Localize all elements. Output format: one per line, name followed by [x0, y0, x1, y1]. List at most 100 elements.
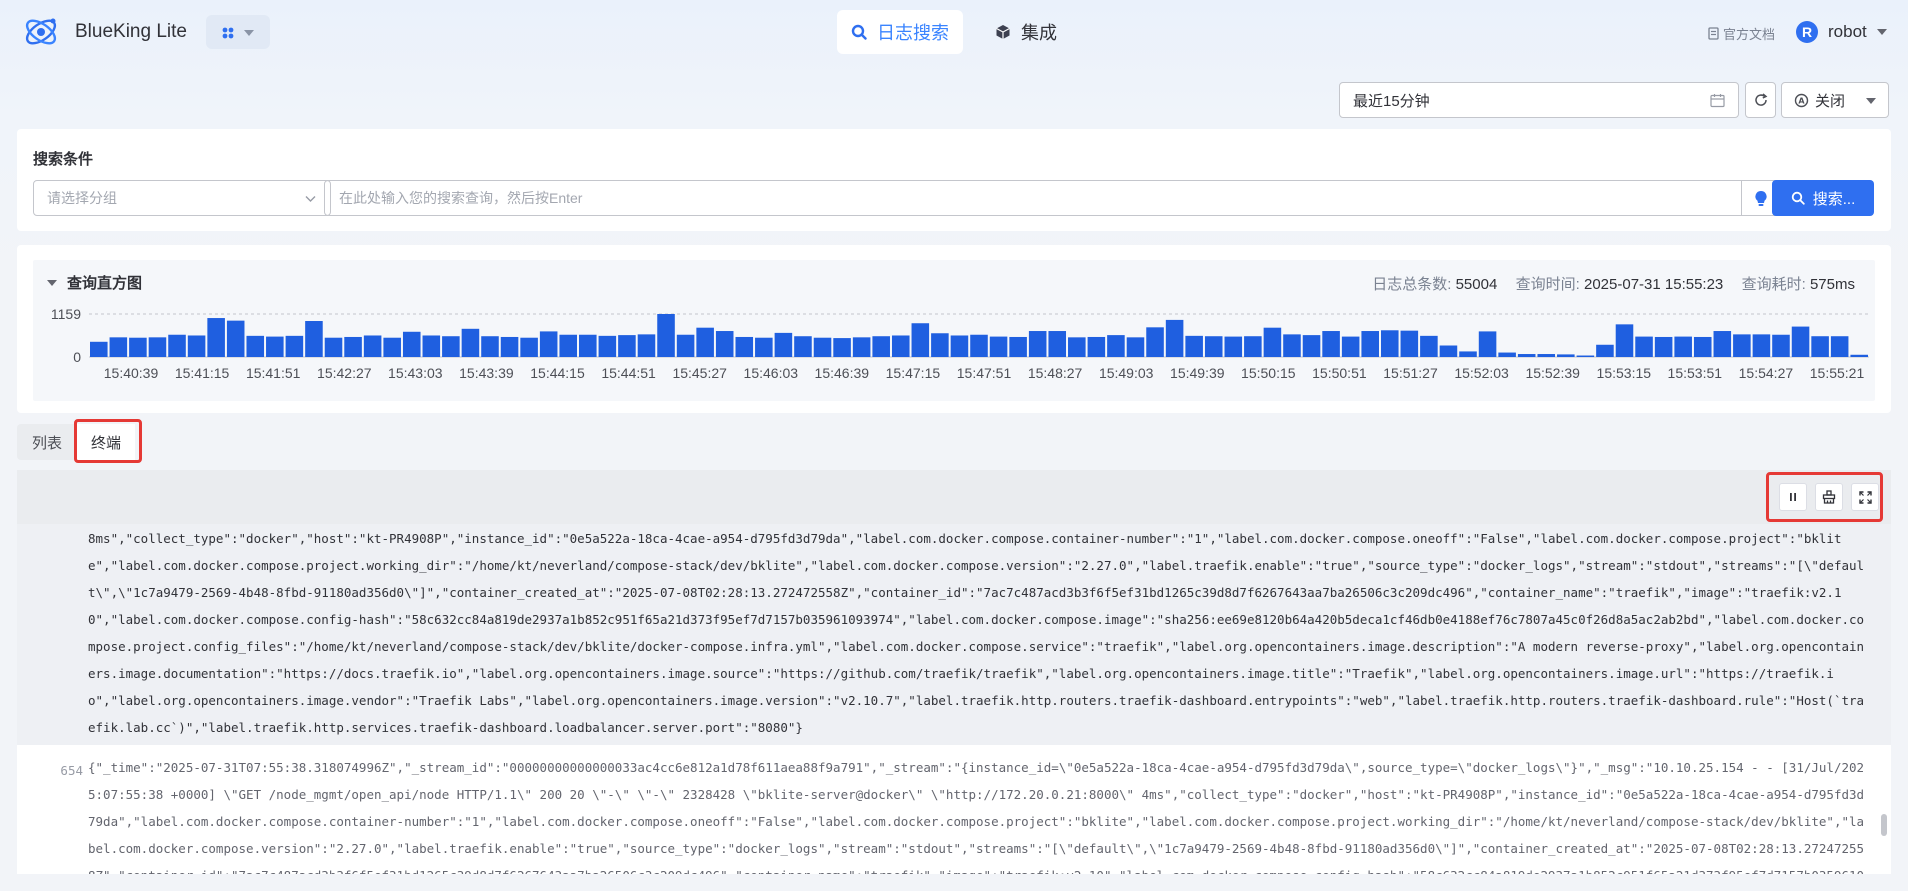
histogram-bar [1791, 326, 1810, 357]
histogram-bar [1341, 336, 1360, 357]
histogram-bar [1244, 336, 1262, 357]
clear-icon [1822, 490, 1836, 504]
histogram-bar [755, 337, 773, 357]
search-title: 搜索条件 [33, 151, 94, 168]
histogram-bar [1752, 334, 1771, 357]
user-name: robot [1828, 22, 1867, 41]
auto-refresh-select[interactable]: A 关闭 [1781, 82, 1889, 118]
search-icon [1791, 191, 1805, 205]
blueking-logo[interactable] [22, 14, 60, 50]
log-text: {"_time":"2025-07-31T07:55:38.318074996Z… [88, 760, 1865, 874]
histogram-bar [305, 321, 323, 357]
terminal-toolbar [17, 470, 1891, 524]
histogram-bar [1380, 330, 1399, 357]
histogram-bar [1654, 336, 1673, 357]
histogram-bar [774, 332, 793, 357]
x-tick-label: 15:53:15 [1597, 365, 1652, 381]
histogram-bar [1674, 336, 1692, 357]
tab-list[interactable]: 列表 [17, 424, 77, 460]
histogram-bar [1361, 331, 1379, 357]
histogram-bar [833, 338, 851, 357]
search-input[interactable]: 在此处输入您的搜索查询，然后按Enter [324, 180, 1742, 216]
histogram-bar [422, 335, 441, 357]
svg-text:A: A [1798, 96, 1805, 105]
histogram-bar [520, 337, 538, 357]
histogram-bar [363, 335, 382, 357]
histogram-bar [911, 323, 930, 357]
histogram-bar [1772, 334, 1790, 357]
log-entry[interactable]: 8ms","collect_type":"docker","host":"kt-… [17, 524, 1891, 745]
search-panel: 搜索条件 请选择分组 在此处输入您的搜索查询，然后按Enter 搜索... [17, 129, 1891, 231]
refresh-icon [1754, 93, 1767, 106]
lightbulb-icon [1754, 190, 1767, 206]
histogram-bar [1850, 354, 1868, 357]
terminal-output[interactable]: 8ms","collect_type":"docker","host":"kt-… [17, 524, 1891, 874]
scrollbar[interactable] [1881, 532, 1889, 868]
histogram-bar [559, 334, 578, 357]
histogram-bar [735, 336, 754, 357]
scrollbar-thumb[interactable] [1881, 814, 1887, 836]
chevron-down-icon [305, 196, 316, 202]
x-tick-label: 15:44:15 [530, 365, 585, 381]
histogram-bar [696, 327, 714, 357]
histogram-bar [1459, 351, 1477, 357]
histogram-bar [1068, 337, 1086, 357]
pause-button[interactable] [1779, 483, 1807, 511]
histogram-bar [461, 328, 480, 357]
histogram-bar [187, 335, 206, 357]
histogram-bar [1400, 330, 1419, 357]
histogram-chart[interactable]: 1159 0 15:40:39 15:41:15 15:41:51 15:42:27 15:… [33, 260, 1875, 401]
histogram-bar [1263, 327, 1282, 357]
refresh-button[interactable] [1745, 82, 1776, 118]
x-tick-label: 15:55:21 [1810, 365, 1865, 381]
log-entry[interactable]: 654 {"_time":"2025-07-31T07:55:38.318074… [17, 751, 1891, 874]
time-range-picker[interactable]: 最近15分钟 [1339, 82, 1739, 118]
histogram-bar [1615, 324, 1634, 357]
histogram-bar [1498, 352, 1516, 357]
histogram-bar [1028, 331, 1047, 357]
search-button-label: 搜索... [1812, 190, 1856, 208]
tab-terminal[interactable]: 终端 [77, 424, 135, 460]
docs-link[interactable]: 官方文档 [1708, 24, 1775, 43]
nav-tab-log-search[interactable]: 日志搜索 [837, 10, 963, 54]
x-tick-label: 15:51:27 [1383, 365, 1438, 381]
search-button[interactable]: 搜索... [1772, 180, 1874, 216]
histogram-bar [481, 336, 499, 357]
nav-tab-label: 集成 [1021, 23, 1057, 43]
histogram-bar [500, 336, 519, 357]
histogram-bar [285, 335, 304, 357]
y-tick-label: 1159 [51, 306, 81, 322]
histogram-bar [1283, 334, 1301, 357]
x-tick-label: 15:42:27 [317, 365, 372, 381]
histogram-bar [1420, 335, 1438, 357]
histogram-bar [1537, 354, 1556, 357]
app-switcher[interactable] [206, 15, 270, 49]
histogram-bar [207, 318, 225, 357]
nav-tab-integration[interactable]: 集成 [981, 10, 1071, 54]
user-menu[interactable]: R robot [1796, 21, 1887, 43]
histogram-bar [1713, 331, 1732, 357]
x-tick-label: 15:45:27 [672, 365, 727, 381]
histogram-bar [1733, 334, 1751, 357]
histogram-bar [1302, 335, 1321, 357]
fullscreen-button[interactable] [1851, 483, 1879, 511]
histogram-bar [852, 337, 871, 357]
search-input-placeholder: 在此处输入您的搜索查询，然后按Enter [339, 190, 583, 206]
x-tick-label: 15:47:51 [957, 365, 1012, 381]
group-select[interactable]: 请选择分组 [33, 180, 331, 216]
x-tick-label: 15:52:03 [1454, 365, 1509, 381]
y-tick-label: 0 [73, 349, 81, 365]
group-select-placeholder: 请选择分组 [47, 190, 117, 206]
histogram-bar [1830, 336, 1849, 357]
clear-button[interactable] [1815, 483, 1843, 511]
x-tick-label: 15:43:39 [459, 365, 514, 381]
histogram-bar [1107, 335, 1125, 357]
x-tick-label: 15:47:15 [886, 365, 941, 381]
cube-icon [996, 25, 1010, 39]
histogram-bar [657, 314, 675, 357]
tab-terminal-label: 终端 [90, 434, 121, 452]
histogram-bar [402, 331, 421, 357]
histogram-bar [676, 334, 695, 357]
pause-icon [1790, 493, 1796, 501]
log-line-number: 654 [60, 763, 83, 778]
